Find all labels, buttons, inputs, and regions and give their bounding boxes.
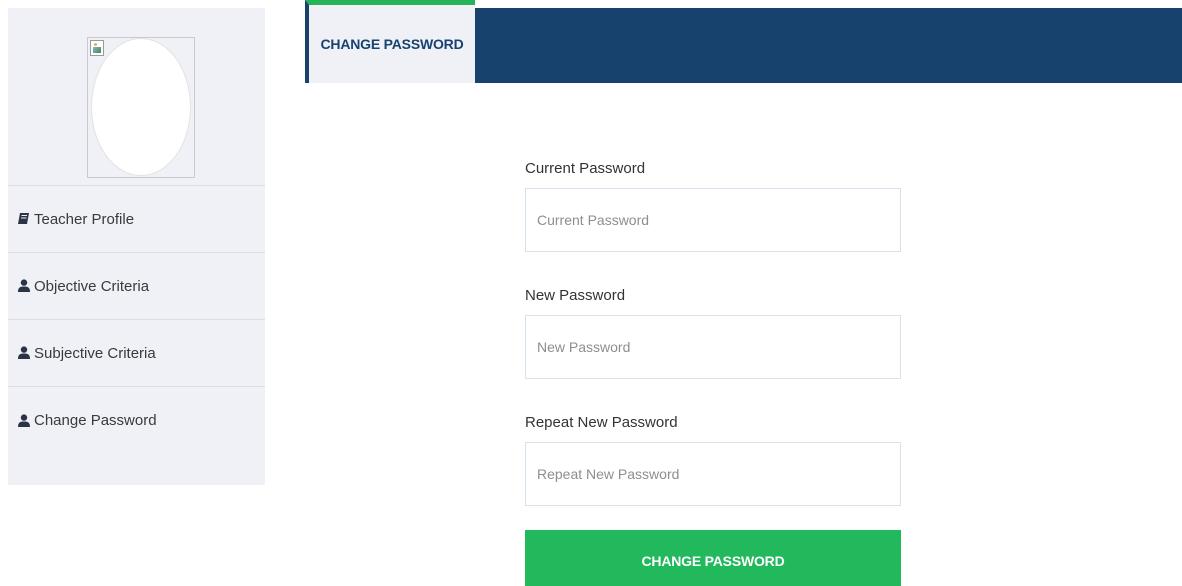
current-password-group: Current Password	[525, 160, 901, 252]
avatar	[87, 37, 195, 178]
tab-change-password[interactable]: CHANGE PASSWORD	[305, 0, 475, 83]
change-password-button[interactable]: CHANGE PASSWORD	[525, 530, 901, 586]
repeat-password-input[interactable]	[525, 442, 901, 506]
change-password-form: Current Password New Password Repeat New…	[525, 160, 901, 586]
sidebar-item-objective-criteria[interactable]: Objective Criteria	[8, 253, 265, 320]
new-password-group: New Password	[525, 287, 901, 379]
sidebar: Teacher Profile Objective Criteria Subje…	[8, 8, 265, 485]
user-icon	[18, 279, 30, 292]
avatar-circle	[91, 38, 191, 176]
sidebar-item-change-password[interactable]: Change Password	[8, 387, 265, 454]
sidebar-item-teacher-profile[interactable]: Teacher Profile	[8, 186, 265, 253]
sidebar-item-label: Subjective Criteria	[34, 344, 156, 362]
sidebar-item-label: Teacher Profile	[34, 210, 135, 228]
repeat-password-label: Repeat New Password	[525, 414, 678, 431]
current-password-label: Current Password	[525, 160, 646, 177]
repeat-password-group: Repeat New Password	[525, 414, 901, 506]
sidebar-item-subjective-criteria[interactable]: Subjective Criteria	[8, 320, 265, 387]
current-password-input[interactable]	[525, 188, 901, 252]
book-icon	[18, 213, 29, 224]
sidebar-item-label: Objective Criteria	[34, 277, 150, 295]
user-icon	[18, 346, 30, 359]
change-password-page: Teacher Profile Objective Criteria Subje…	[0, 0, 1182, 586]
user-icon	[18, 413, 30, 427]
new-password-label: New Password	[525, 287, 626, 304]
sidebar-item-label: Change Password	[34, 412, 157, 429]
new-password-input[interactable]	[525, 315, 901, 379]
broken-image-icon	[90, 40, 104, 56]
avatar-section	[8, 8, 265, 186]
